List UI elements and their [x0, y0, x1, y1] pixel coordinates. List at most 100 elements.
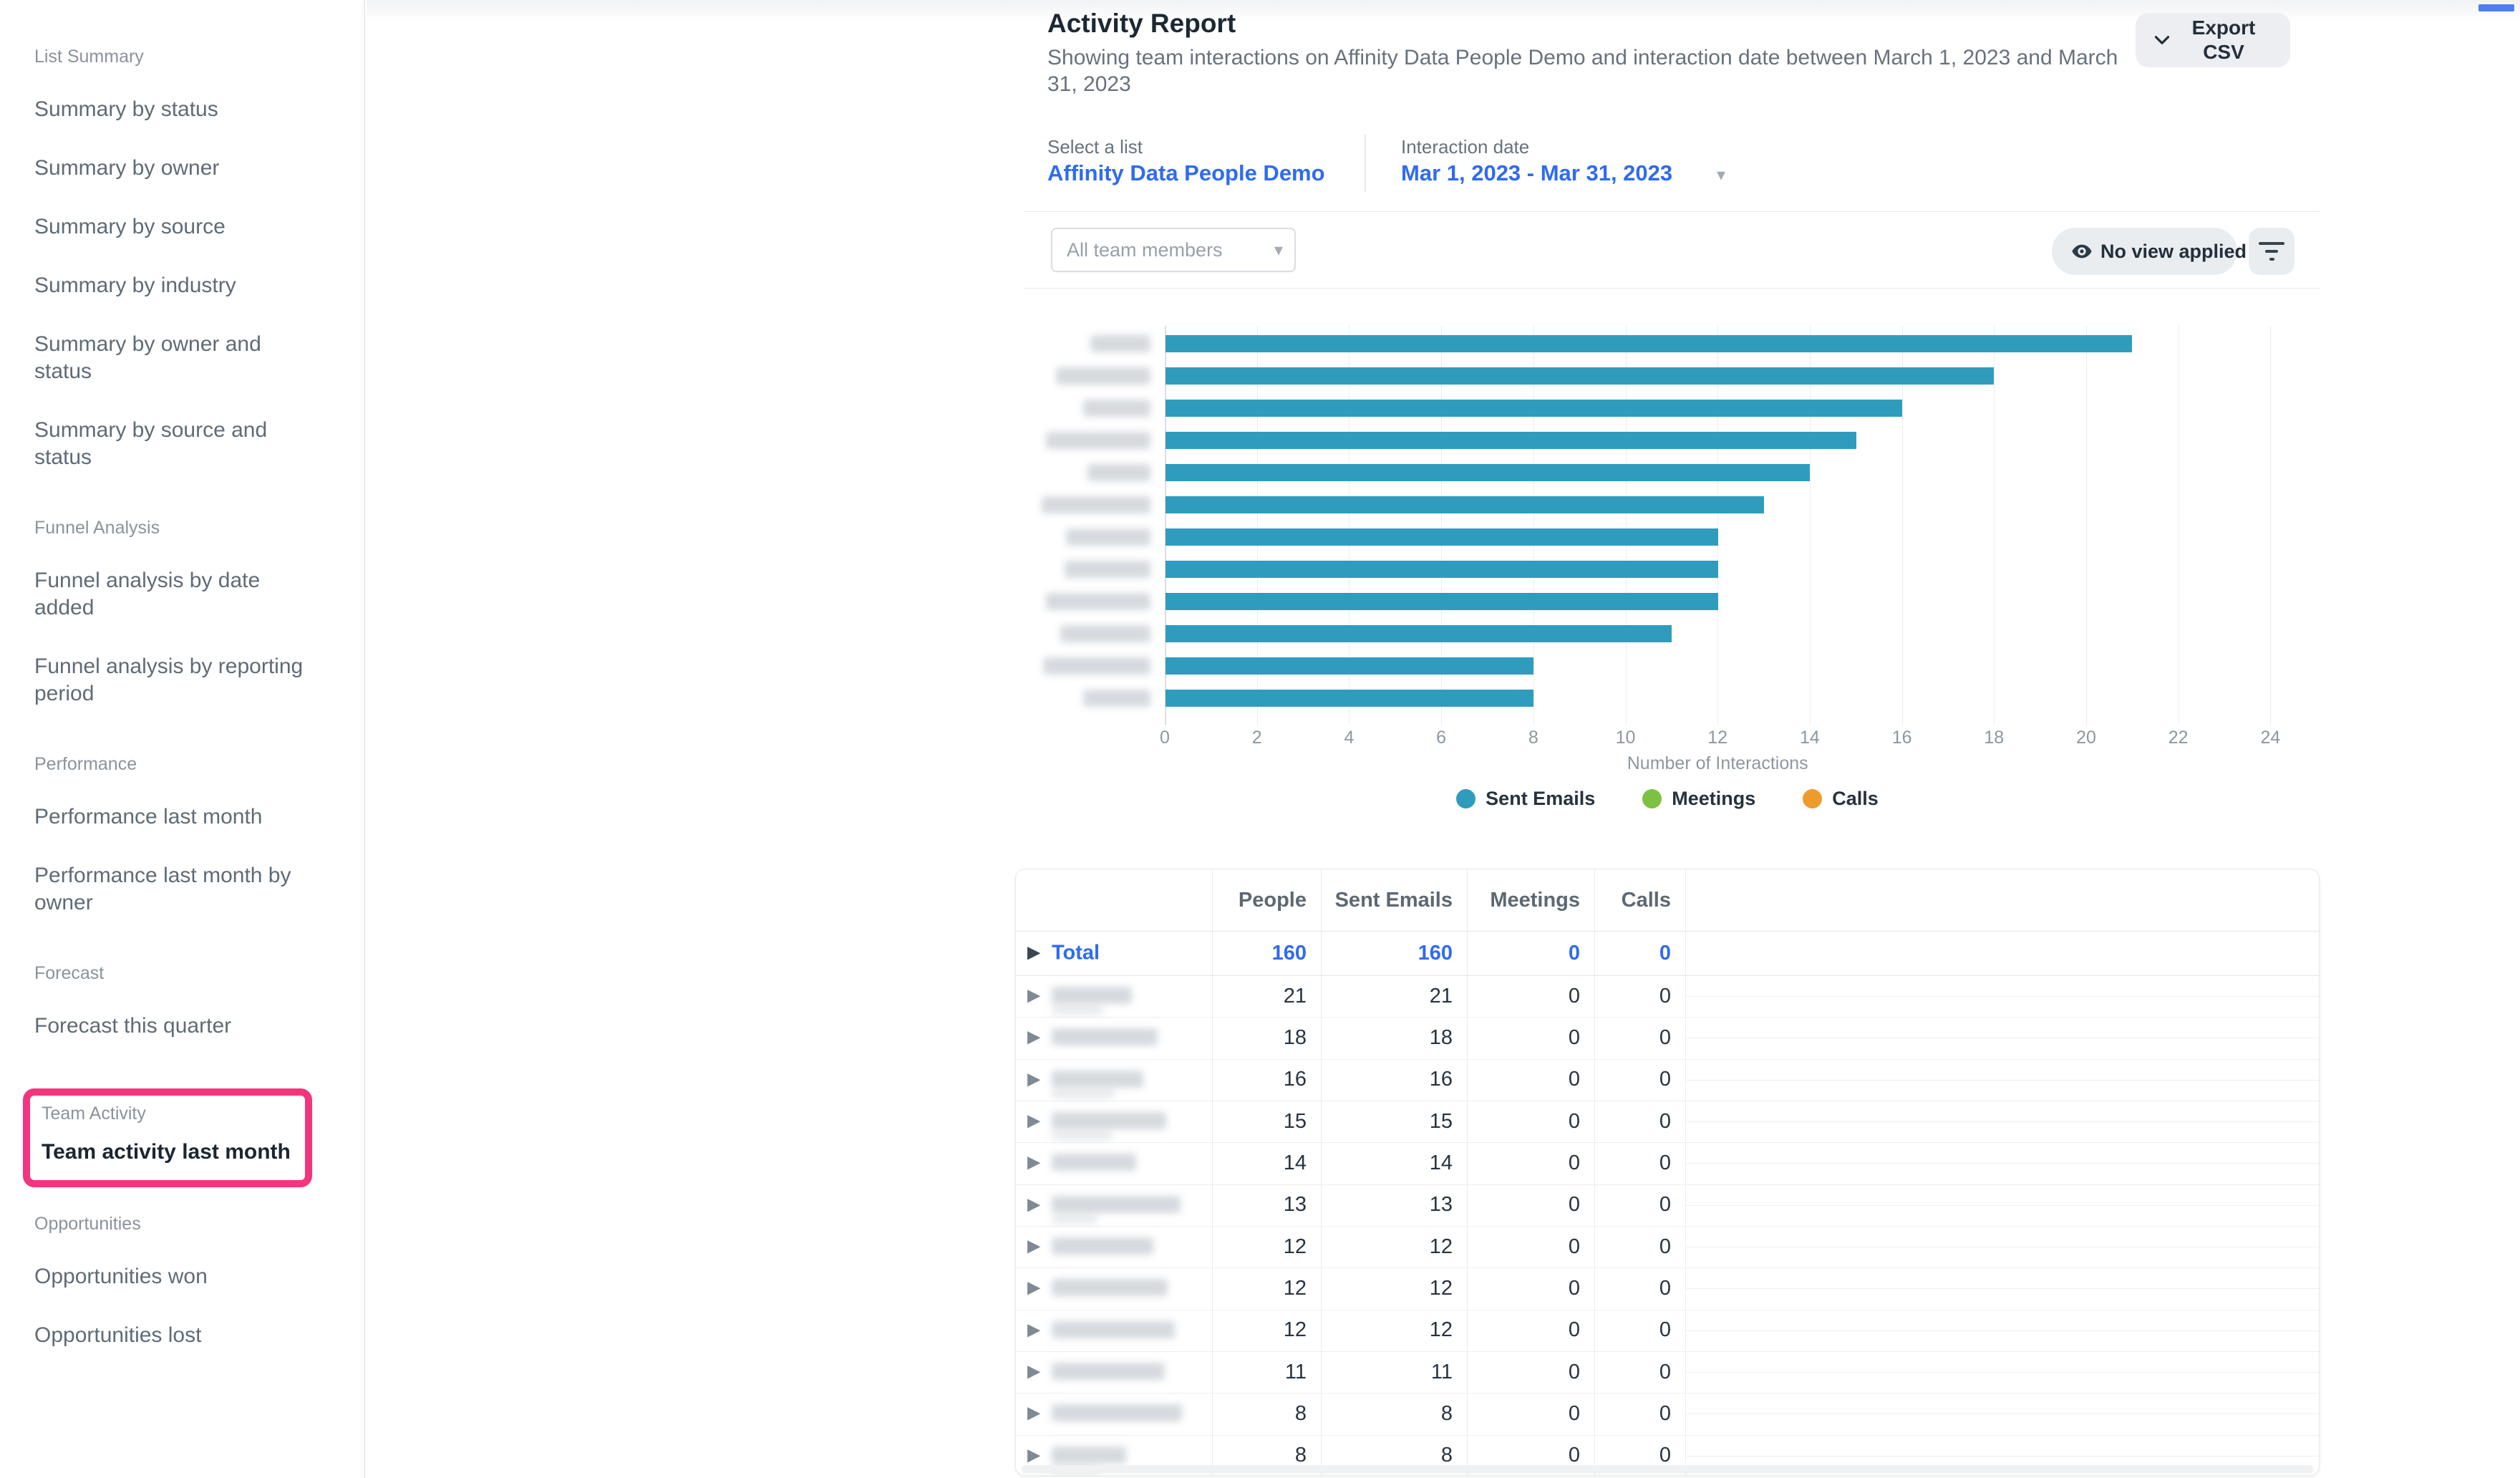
team-members-dropdown[interactable]: All team members ▾ — [1051, 228, 1296, 272]
selected-list-link[interactable]: Affinity Data People Demo — [1047, 160, 1325, 186]
sidebar-section-header: Performance — [34, 753, 342, 775]
sent-emails-bar — [1166, 657, 1533, 675]
calls-cell: 0 — [1594, 1226, 1671, 1267]
redacted-name — [1052, 1237, 1153, 1255]
redacted-category-label — [1087, 464, 1150, 481]
total-label[interactable]: Total — [1052, 942, 1100, 965]
people-cell: 18 — [1212, 1017, 1307, 1058]
report-subtitle: Showing team interactions on Affinity Da… — [1047, 44, 2125, 97]
sent-emails-cell: 11 — [1321, 1351, 1453, 1393]
sent-emails-cell: 13 — [1321, 1184, 1453, 1226]
x-tick-label: 8 — [1528, 728, 1538, 748]
filter-icon — [2259, 242, 2284, 245]
sidebar-section-header: Forecast — [34, 962, 342, 984]
calls-cell: 0 — [1594, 1351, 1671, 1393]
expand-row-icon[interactable]: ▶ — [1027, 1152, 1040, 1173]
sidebar-item-summary-by-status[interactable]: Summary by status — [34, 80, 306, 139]
expand-row-icon[interactable]: ▶ — [1027, 985, 1040, 1005]
sent-emails-bar — [1166, 528, 1718, 546]
expand-row-icon[interactable]: ▶ — [1027, 1319, 1040, 1340]
sent-emails-bar — [1166, 625, 1672, 642]
chart-gridline — [2086, 326, 2087, 725]
expand-row-icon[interactable]: ▶ — [1027, 1110, 1040, 1131]
expand-row-icon[interactable]: ▶ — [1027, 1277, 1040, 1298]
no-view-applied-button[interactable]: No view applied — [2052, 228, 2237, 275]
meetings-cell: 0 — [1467, 1351, 1580, 1393]
meetings-cell[interactable]: 0 — [1467, 931, 1580, 975]
legend-label: Sent Emails — [1486, 788, 1595, 810]
dropdown-caret-icon: ▾ — [1274, 240, 1283, 261]
people-cell: 21 — [1212, 975, 1307, 1017]
people-cell: 12 — [1212, 1226, 1307, 1267]
sidebar-item-performance-last-month-by-owner[interactable]: Performance last month by owner — [34, 846, 306, 932]
redacted-subtext — [1052, 1131, 1112, 1140]
people-cell: 14 — [1212, 1142, 1307, 1184]
sidebar-item-summary-by-source[interactable]: Summary by source — [34, 198, 306, 256]
redacted-category-label — [1043, 657, 1150, 675]
meetings-cell: 0 — [1467, 1226, 1580, 1267]
empty-column-divider — [1686, 1372, 2319, 1373]
people-cell[interactable]: 160 — [1212, 931, 1307, 975]
expand-row-icon[interactable]: ▶ — [1027, 1194, 1040, 1214]
redacted-category-label — [1042, 496, 1150, 513]
expand-row-icon[interactable]: ▶ — [1027, 1403, 1040, 1424]
page-title: Activity Report — [1047, 9, 1236, 39]
sidebar-item-funnel-analysis-by-reporting-period[interactable]: Funnel analysis by reporting period — [34, 637, 306, 723]
expand-row-icon[interactable]: ▶ — [1027, 1361, 1040, 1381]
x-tick-label: 22 — [2168, 728, 2189, 748]
x-tick-label: 18 — [1984, 728, 2004, 748]
expand-row-icon[interactable]: ▶ — [1027, 1235, 1040, 1256]
sidebar-item-forecast-this-quarter[interactable]: Forecast this quarter — [34, 997, 306, 1056]
sidebar-item-summary-by-owner-and-status[interactable]: Summary by owner and status — [34, 315, 306, 401]
people-cell: 12 — [1212, 1310, 1307, 1351]
sidebar-item-team-activity-last-month[interactable]: Team activity last month — [42, 1129, 294, 1170]
expand-total-icon[interactable]: ▶ — [1027, 942, 1040, 962]
empty-column-divider — [1686, 1456, 2319, 1457]
people-cell: 13 — [1212, 1184, 1307, 1226]
expand-row-icon[interactable]: ▶ — [1027, 1444, 1040, 1465]
redacted-name — [1052, 1154, 1136, 1171]
calls-cell: 0 — [1594, 1059, 1671, 1101]
sent-emails-bar — [1166, 335, 2132, 352]
x-tick-label: 16 — [1892, 728, 1912, 748]
x-tick-label: 2 — [1252, 728, 1262, 748]
legend-item-meetings: Meetings — [1642, 788, 1755, 810]
calls-cell[interactable]: 0 — [1594, 931, 1671, 975]
legend-label: Calls — [1832, 788, 1879, 810]
sent-emails-cell: 8 — [1321, 1393, 1453, 1434]
sent-emails-cell: 16 — [1321, 1059, 1453, 1101]
redacted-subtext — [1052, 1005, 1103, 1015]
x-tick-label: 24 — [2260, 728, 2280, 748]
browser-edge-fragment — [2478, 4, 2514, 11]
redacted-subtext — [1052, 1089, 1115, 1098]
sent-emails-bar — [1166, 593, 1718, 610]
sent-emails-cell[interactable]: 160 — [1321, 931, 1453, 975]
filter-button[interactable] — [2249, 228, 2294, 275]
redacted-name — [1052, 1028, 1158, 1045]
legend-label: Meetings — [1672, 788, 1755, 810]
expand-row-icon[interactable]: ▶ — [1027, 1068, 1040, 1089]
calls-cell: 0 — [1594, 1184, 1671, 1226]
sidebar-item-summary-by-owner[interactable]: Summary by owner — [34, 139, 306, 198]
calls-cell: 0 — [1594, 975, 1671, 1017]
total-row: ▶ Total 160 160 00 — [1016, 931, 2319, 976]
sidebar-item-opportunities-lost[interactable]: Opportunities lost — [34, 1306, 306, 1365]
sidebar-section-team-activity: Team Activity Team activity last month — [23, 1088, 312, 1187]
sidebar-item-opportunities-won[interactable]: Opportunities won — [34, 1247, 306, 1306]
sidebar-section-header: Team Activity — [42, 1103, 294, 1124]
interaction-date-dropdown[interactable]: Mar 1, 2023 - Mar 31, 2023 — [1401, 160, 1672, 186]
sidebar-item-summary-by-industry[interactable]: Summary by industry — [34, 256, 306, 315]
meetings-cell: 0 — [1467, 975, 1580, 1017]
export-csv-button[interactable]: Export CSV — [2136, 13, 2290, 67]
chevron-down-icon — [2150, 28, 2174, 52]
sidebar-item-performance-last-month[interactable]: Performance last month — [34, 788, 306, 846]
team-members-value: All team members — [1067, 239, 1274, 261]
people-cell: 15 — [1212, 1101, 1307, 1142]
expand-row-icon[interactable]: ▶ — [1027, 1027, 1040, 1048]
sidebar-item-summary-by-source-and-status[interactable]: Summary by source and status — [34, 401, 306, 487]
redacted-category-label — [1083, 400, 1150, 417]
sidebar-item-funnel-analysis-by-date-added[interactable]: Funnel analysis by date added — [34, 551, 306, 637]
redacted-category-label — [1065, 561, 1150, 578]
sidebar-section-header: List Summary — [34, 46, 342, 67]
horizontal-scrollbar[interactable] — [1022, 1465, 2313, 1473]
